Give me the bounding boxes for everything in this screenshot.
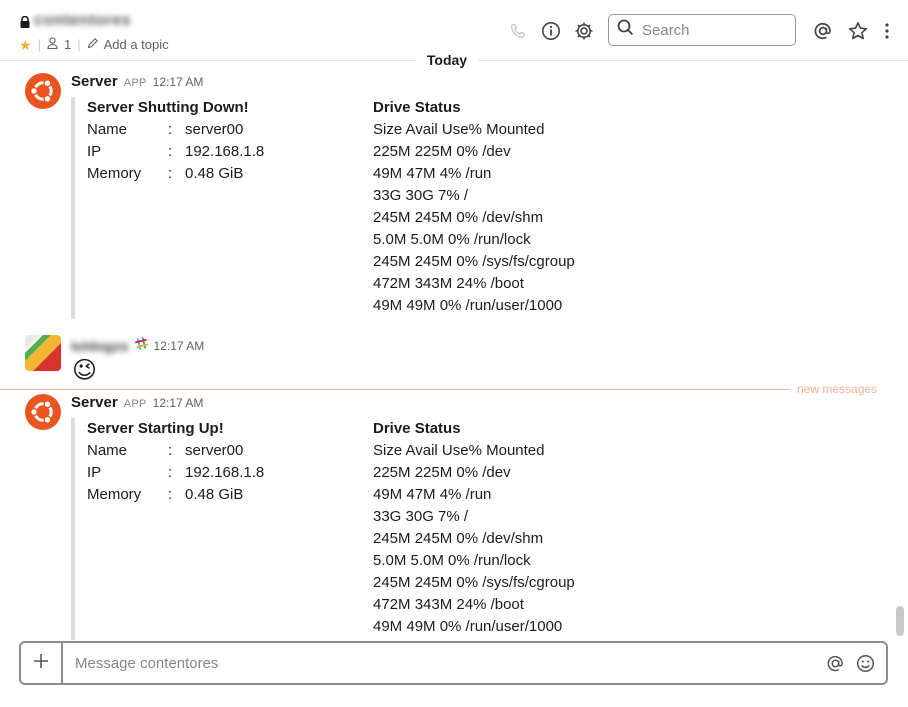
sender-name[interactable]: Server [71, 394, 118, 411]
app-badge: APP [123, 77, 147, 89]
drive-line: 245M 245M 0% /sys/fs/cgroup [373, 574, 575, 591]
channel-name[interactable]: contentores [34, 12, 131, 30]
attachment-title: Server Starting Up! [87, 420, 224, 437]
avatar[interactable] [25, 394, 61, 430]
field-row: Name: server00 [87, 442, 244, 459]
drive-line: Size Avail Use% Mounted [373, 442, 545, 459]
search-icon [617, 19, 634, 41]
lock-icon [20, 15, 30, 28]
sender-name[interactable]: loldogzo [71, 338, 129, 354]
person-icon[interactable] [47, 37, 58, 52]
field-row: Memory:0.48 GiB [87, 486, 244, 503]
phone-icon[interactable] [506, 19, 530, 43]
ubuntu-logo-icon [25, 73, 61, 109]
message-header: Server APP 12:17 AM [71, 394, 203, 411]
drive-status-title: Drive Status [373, 420, 461, 437]
info-icon[interactable] [539, 19, 563, 43]
drive-status-column: Drive Status Size Avail Use% Mounted 225… [373, 418, 575, 638]
avatar[interactable] [25, 73, 61, 109]
drive-line: 225M 225M 0% /dev [373, 464, 511, 481]
at-icon[interactable] [826, 654, 845, 673]
attachment-title: Server Shutting Down! [87, 99, 249, 116]
attach-button[interactable] [21, 643, 63, 683]
app-badge: APP [123, 398, 147, 410]
message-header: Server APP 12:17 AM [71, 73, 203, 90]
field-row: Name: server00 [87, 121, 244, 138]
message-header: loldogzo 12:17 AM [71, 337, 204, 355]
field-row: IP:192.168.1.8 [87, 464, 265, 481]
attachment: Server Starting Up! Name: server00 IP:192… [71, 418, 775, 640]
server-info-column: Server Starting Up! Name: server00 IP:192… [87, 418, 264, 506]
sender-name[interactable]: Server [71, 73, 118, 90]
more-icon[interactable] [875, 19, 899, 43]
scrollbar-thumb[interactable] [896, 606, 904, 636]
message-composer [19, 641, 888, 685]
drive-line: 245M 245M 0% /dev/shm [373, 530, 544, 547]
drive-line: 49M 49M 0% /run/user/1000 [373, 297, 563, 314]
at-icon[interactable] [811, 19, 835, 43]
drive-line: 49M 47M 4% /run [373, 165, 492, 182]
search-box[interactable] [608, 14, 796, 46]
drive-line: 49M 49M 0% /run/user/1000 [373, 618, 563, 635]
divider: | [77, 37, 81, 52]
field-row: Memory:0.48 GiB [87, 165, 244, 182]
gear-icon[interactable] [572, 19, 596, 43]
user-avatar-image [25, 335, 61, 371]
attachment: Server Shutting Down! Name: server00 IP:1… [71, 97, 775, 319]
star-icon[interactable]: ★ [19, 38, 32, 52]
channel-title-row[interactable]: contentores [20, 12, 131, 30]
drive-line: 49M 47M 4% /run [373, 486, 492, 503]
drive-line: Size Avail Use% Mounted [373, 121, 545, 138]
timestamp[interactable]: 12:17 AM [153, 75, 204, 89]
new-messages-label: new messages [797, 382, 878, 396]
avatar[interactable] [25, 335, 61, 371]
message-input[interactable] [73, 653, 826, 673]
drive-line: 5.0M 5.0M 0% /run/lock [373, 231, 531, 248]
drive-line: 33G 30G 7% / [373, 187, 469, 204]
drive-line: 33G 30G 7% / [373, 508, 469, 525]
add-topic-link[interactable]: Add a topic [104, 37, 169, 52]
emoji-icon[interactable] [856, 654, 875, 673]
new-messages-divider [0, 389, 790, 390]
day-divider: Today [416, 50, 478, 70]
drive-line: 225M 225M 0% /dev [373, 143, 511, 160]
drive-line: 472M 343M 24% /boot [373, 275, 524, 292]
drive-line: 5.0M 5.0M 0% /run/lock [373, 552, 531, 569]
star-outline-icon[interactable] [846, 19, 870, 43]
field-row: IP:192.168.1.8 [87, 143, 265, 160]
drive-line: 245M 245M 0% /sys/fs/cgroup [373, 253, 575, 270]
ubuntu-logo-icon [25, 394, 61, 430]
timestamp[interactable]: 12:17 AM [153, 396, 204, 410]
divider: | [37, 37, 41, 52]
channel-meta: ★ | 1 | Add a topic [19, 37, 169, 52]
drive-line: 245M 245M 0% /dev/shm [373, 209, 544, 226]
timestamp[interactable]: 12:17 AM [154, 339, 205, 353]
drive-line: 472M 343M 24% /boot [373, 596, 524, 613]
wink-emoji: 😉 [72, 357, 98, 384]
member-count[interactable]: 1 [64, 37, 71, 52]
drive-status-column: Drive Status Size Avail Use% Mounted 225… [373, 97, 575, 317]
server-info-column: Server Shutting Down! Name: server00 IP:1… [87, 97, 264, 185]
pencil-icon[interactable] [87, 37, 98, 52]
slack-icon [134, 337, 148, 355]
drive-status-title: Drive Status [373, 99, 461, 116]
search-input[interactable] [640, 20, 794, 40]
plus-icon [33, 653, 49, 674]
